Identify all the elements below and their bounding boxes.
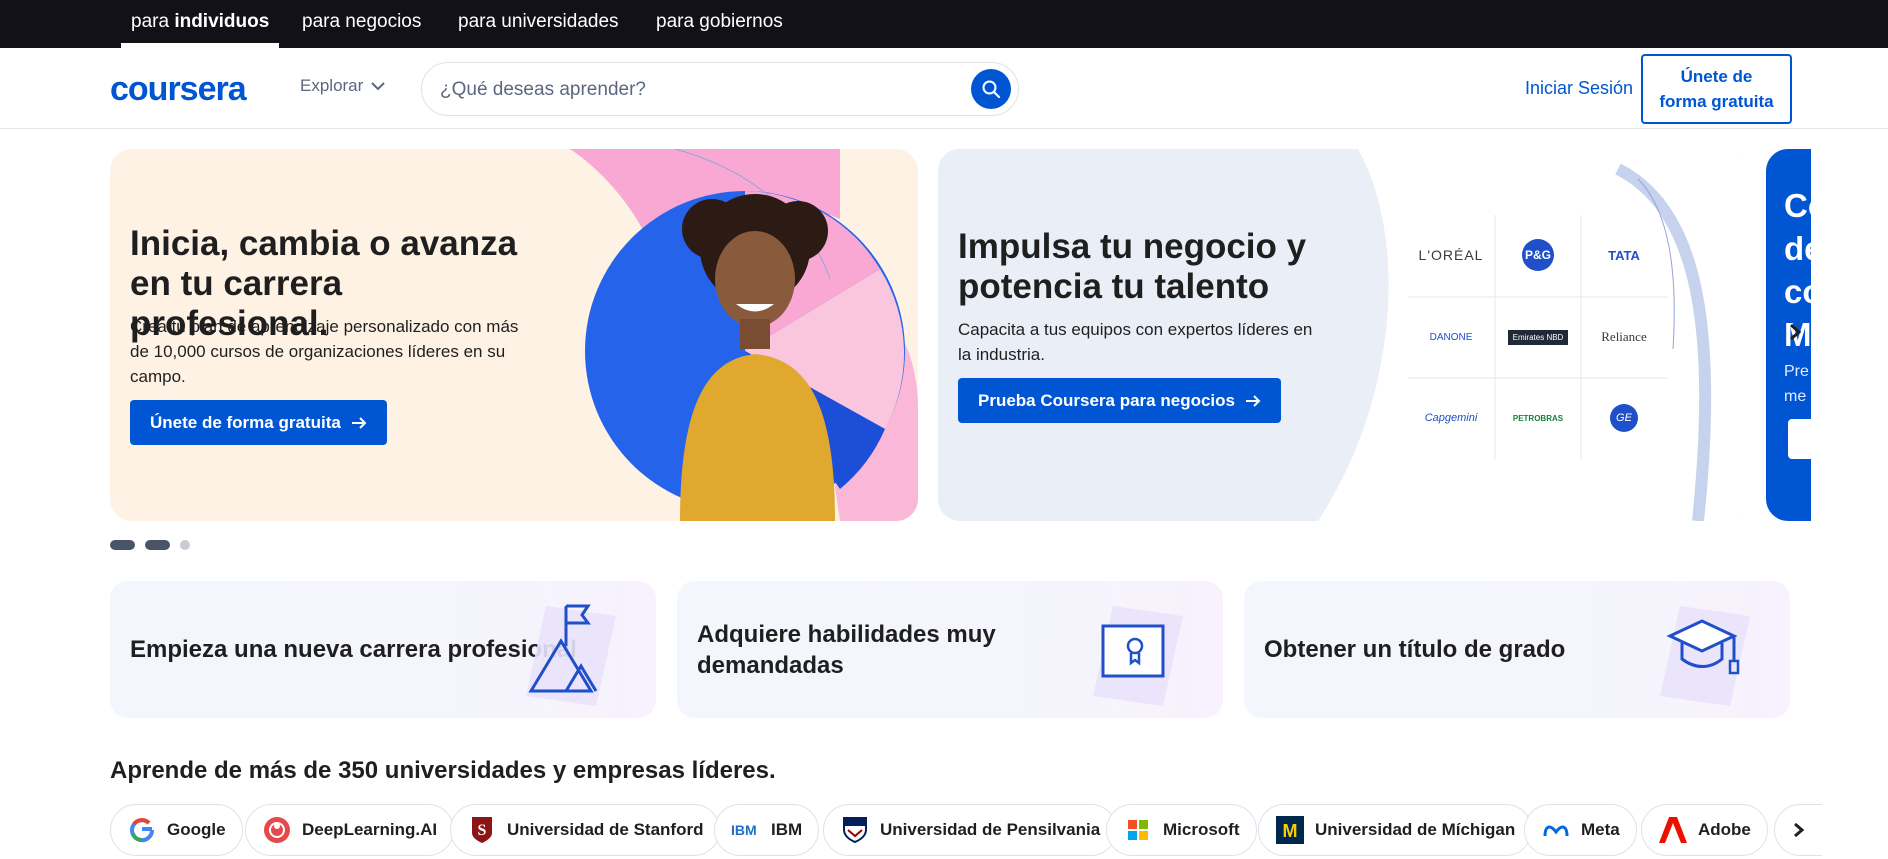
login-link[interactable]: Iniciar Sesión xyxy=(1525,78,1633,99)
mountain-flag-icon xyxy=(526,604,616,706)
michigan-icon: M xyxy=(1275,815,1305,845)
partner-stanford[interactable]: S Universidad de Stanford xyxy=(450,804,721,856)
carousel-indicators xyxy=(110,540,190,550)
tab-universidades[interactable]: para universidades xyxy=(448,0,629,48)
chevron-right-icon xyxy=(1793,822,1804,838)
partner-name: Microsoft xyxy=(1163,820,1240,839)
meta-icon xyxy=(1541,815,1571,845)
partner-adobe[interactable]: Adobe xyxy=(1641,804,1768,856)
graduation-cap-icon xyxy=(1660,606,1750,706)
explore-label: Explorar xyxy=(300,76,364,95)
goal-new-career[interactable]: Empieza una nueva carrera profesional xyxy=(110,581,656,718)
business-text: Capacita a tus equipos con expertos líde… xyxy=(958,320,1313,364)
peek-text-line: me xyxy=(1784,388,1807,405)
peek-title-line: Co xyxy=(1784,187,1811,224)
capgemini-logo: Capgemini xyxy=(1424,412,1478,424)
goal-degree[interactable]: Obtener un título de grado xyxy=(1244,581,1790,718)
partner-name: Google xyxy=(167,820,226,839)
search-button[interactable] xyxy=(971,69,1011,109)
partner-name: Universidad de Stanford xyxy=(507,820,704,839)
partner-name: Universidad de Míchigan xyxy=(1315,820,1516,839)
business-title: Impulsa tu negocio y potencia tu talento xyxy=(958,227,1307,306)
pg-logo: P&G xyxy=(1495,215,1581,295)
partner-name: Adobe xyxy=(1698,820,1751,839)
partner-microsoft[interactable]: Microsoft xyxy=(1106,804,1257,856)
search-input[interactable] xyxy=(440,75,940,105)
coursera-logo[interactable]: coursera xyxy=(110,70,247,109)
search-icon xyxy=(982,80,1001,99)
google-icon xyxy=(127,815,157,845)
goal-label: Adquiere habilidades muy demandadas xyxy=(697,621,996,679)
carousel-next-arrow[interactable] xyxy=(1788,320,1814,346)
ibm-icon: IBM xyxy=(731,815,761,845)
carousel-dot[interactable] xyxy=(110,540,135,550)
hero-illustration xyxy=(570,149,918,521)
join-free-button[interactable]: Únete de forma gratuita xyxy=(1641,54,1792,124)
hero-slide-business: Impulsa tu negocio y potencia tu talento… xyxy=(938,149,1746,521)
loreal-logo: L'ORÉAL xyxy=(1418,247,1484,263)
partner-name: Universidad de Pensilvania xyxy=(880,820,1101,839)
partners-next-button[interactable] xyxy=(1774,804,1822,856)
deeplearning-icon xyxy=(262,815,292,845)
reliance-logo: Reliance xyxy=(1601,329,1647,344)
arrow-right-icon xyxy=(1245,394,1261,407)
petrobras-logo: PETROBRAS xyxy=(1512,413,1564,423)
audience-bar: para individuos para negocios para unive… xyxy=(0,0,1888,48)
microsoft-icon xyxy=(1123,815,1153,845)
hero-slide-individuals: Inicia, cambia o avanza en tu carrera pr… xyxy=(110,149,918,521)
partner-ibm[interactable]: IBM IBM xyxy=(714,804,820,856)
partner-name: DeepLearning.AI xyxy=(302,820,438,839)
tab-negocios[interactable]: para negocios xyxy=(292,0,431,48)
partner-name: Meta xyxy=(1581,820,1620,839)
stanford-icon: S xyxy=(467,815,497,845)
partner-michigan[interactable]: M Universidad de Míchigan xyxy=(1258,804,1533,856)
svg-text:S: S xyxy=(478,822,487,839)
chevron-right-icon xyxy=(1790,323,1802,341)
peek-text-line: Pre xyxy=(1784,363,1809,380)
tab-individuos[interactable]: para individuos xyxy=(121,0,280,48)
partner-name: IBM xyxy=(771,820,803,839)
hero-join-button[interactable]: Únete de forma gratuita xyxy=(130,400,387,445)
goal-skills[interactable]: Adquiere habilidades muy demandadas xyxy=(677,581,1223,718)
certificate-icon xyxy=(1093,606,1183,706)
danone-logo: DANONE xyxy=(1429,331,1473,343)
explore-menu[interactable]: Explorar xyxy=(300,76,386,96)
peek-title-line: de xyxy=(1784,230,1811,267)
penn-shield-icon xyxy=(840,815,870,845)
peek-title-line: co xyxy=(1784,273,1811,310)
partner-deeplearning[interactable]: DeepLearning.AI xyxy=(245,804,455,856)
carousel-dot[interactable] xyxy=(145,540,170,550)
arrow-right-icon xyxy=(351,416,367,429)
tab-gobiernos[interactable]: para gobiernos xyxy=(646,0,793,48)
partners-title: Aprende de más de 350 universidades y em… xyxy=(110,757,776,784)
partner-meta[interactable]: Meta xyxy=(1524,804,1637,856)
partner-penn[interactable]: Universidad de Pensilvania xyxy=(823,804,1118,856)
client-logo-grid: L'ORÉAL P&G TATA DANONE Emirates NBD Rel… xyxy=(1408,215,1668,460)
adobe-icon xyxy=(1658,815,1688,845)
business-trial-button[interactable]: Prueba Coursera para negocios xyxy=(958,378,1281,423)
carousel-dot[interactable] xyxy=(180,540,190,550)
emirates-nbd-logo: Emirates NBD xyxy=(1495,297,1581,377)
hero-text: Crea tu plan de aprendizaje personalizad… xyxy=(130,317,519,386)
ge-logo: GE xyxy=(1581,378,1667,458)
chevron-down-icon xyxy=(371,82,386,91)
partner-google[interactable]: Google xyxy=(110,804,243,856)
goal-label: Obtener un título de grado xyxy=(1264,636,1566,663)
svg-text:IBM: IBM xyxy=(731,822,757,838)
tata-logo: TATA xyxy=(1608,247,1640,263)
peek-button[interactable] xyxy=(1788,419,1811,459)
site-header: coursera Explorar Iniciar Sesión Únete d… xyxy=(0,48,1888,129)
svg-text:M: M xyxy=(1283,821,1298,841)
search-box xyxy=(421,62,1019,116)
